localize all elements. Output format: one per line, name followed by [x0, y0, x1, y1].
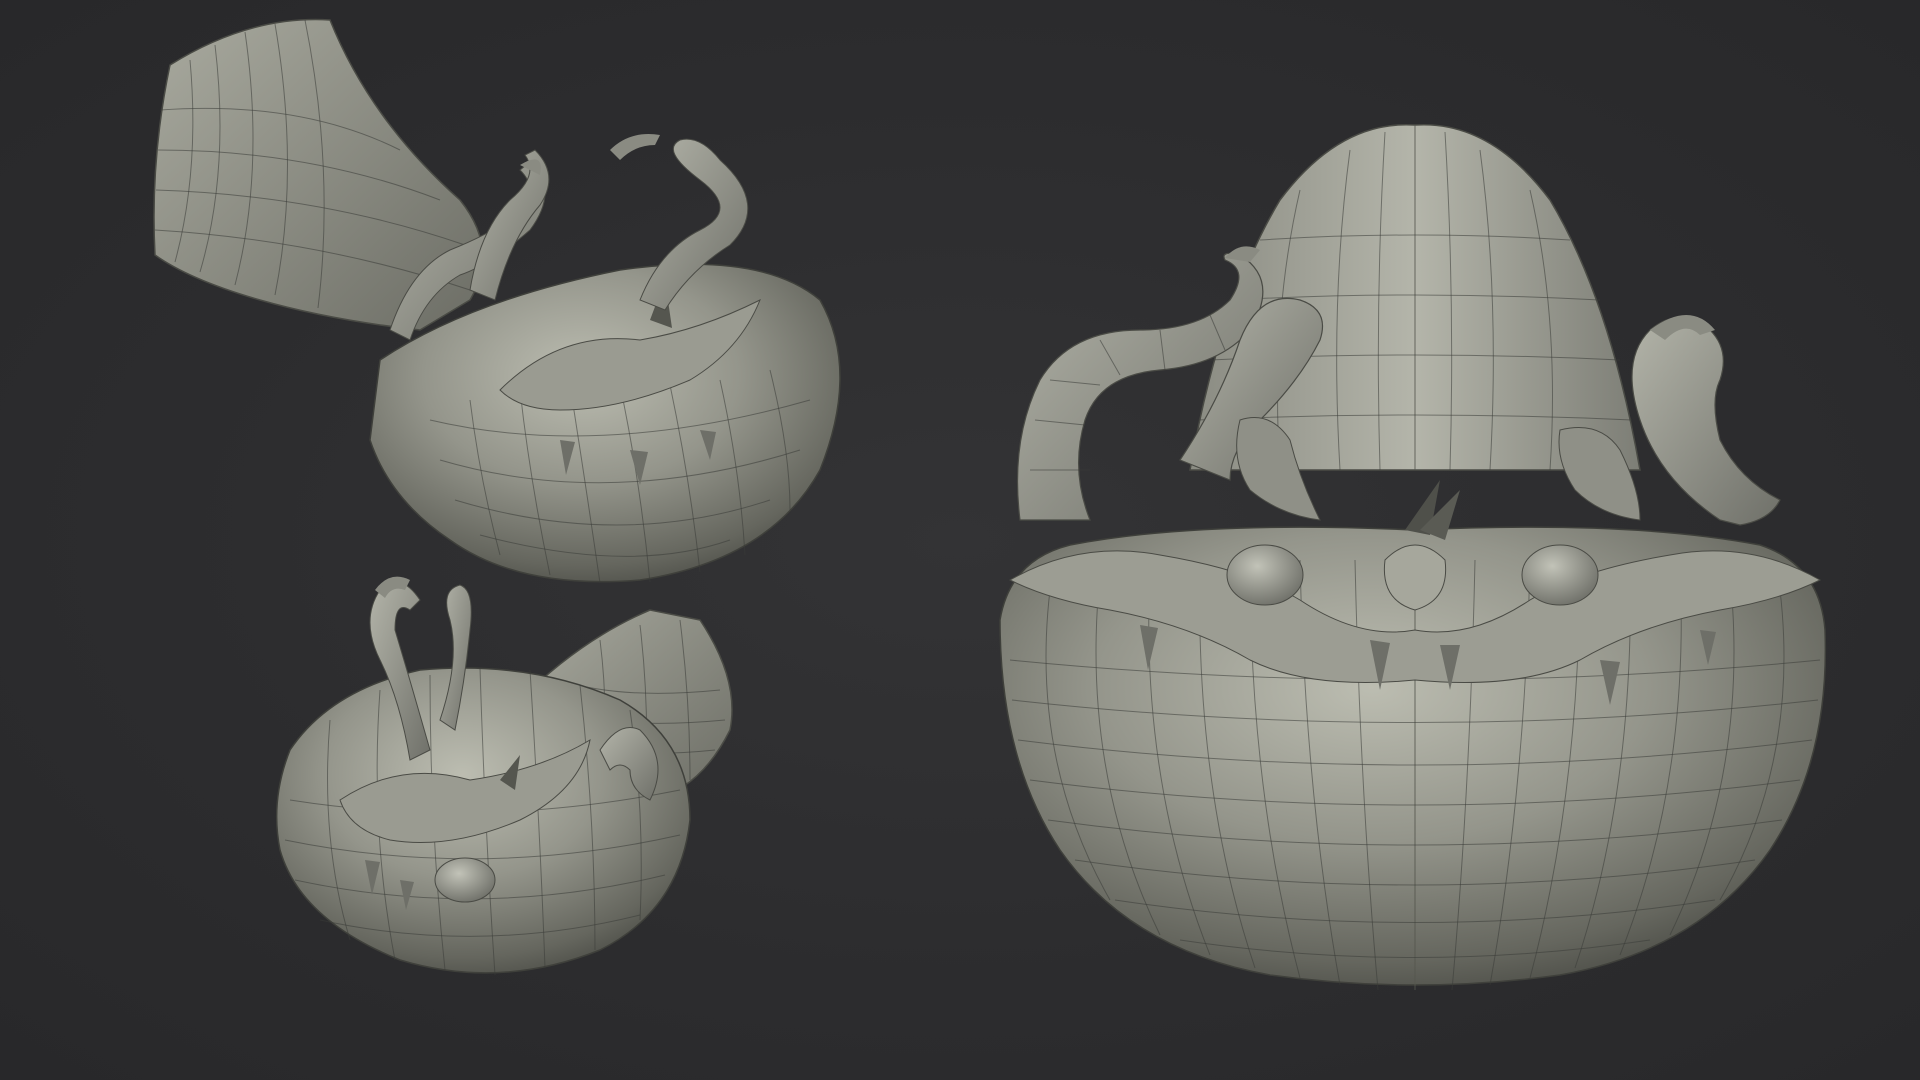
eye-left: [434, 857, 496, 903]
render-viewport: [0, 0, 1920, 1080]
tentacle-tip: [610, 134, 660, 160]
view-top-left: [153, 18, 841, 584]
sculpt-render: [153, 18, 1827, 991]
eye-left: [1226, 544, 1304, 606]
eye-right: [1521, 544, 1599, 606]
tentacle-right: [1631, 317, 1781, 526]
view-bottom-left: [275, 576, 733, 976]
view-right: [999, 123, 1827, 991]
